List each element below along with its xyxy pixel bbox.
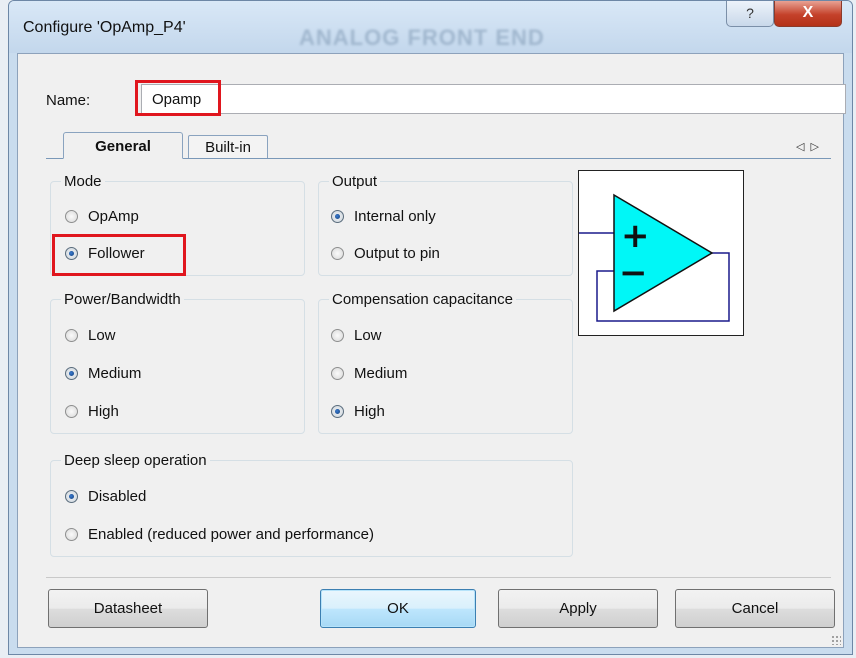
radio-unchecked-icon — [331, 367, 344, 380]
radio-unchecked-icon — [65, 329, 78, 342]
opamp-symbol-icon: + − — [579, 193, 730, 322]
power-bandwidth-group-title: Power/Bandwidth — [61, 291, 184, 308]
minus-symbol: − — [619, 253, 648, 293]
name-input[interactable] — [141, 84, 846, 114]
mode-follower-radio[interactable]: Follower — [65, 245, 145, 262]
compensation-medium-radio[interactable]: Medium — [331, 365, 407, 382]
radio-checked-icon — [65, 490, 78, 503]
compensation-group: Compensation capacitance Low Medium High — [318, 291, 573, 434]
radio-label: High — [88, 403, 119, 420]
tab-scroll-arrows[interactable]: ◁▷ — [796, 140, 825, 153]
radio-label: Enabled (reduced power and performance) — [88, 526, 375, 543]
close-button[interactable]: X — [774, 1, 842, 27]
compensation-group-title: Compensation capacitance — [329, 291, 516, 308]
deep-sleep-enabled-radio[interactable]: Enabled (reduced power and performance) — [65, 526, 374, 543]
radio-label: OpAmp — [88, 208, 139, 225]
cancel-button[interactable]: Cancel — [675, 589, 835, 628]
apply-button[interactable]: Apply — [498, 589, 658, 628]
power-medium-radio[interactable]: Medium — [65, 365, 141, 382]
radio-checked-icon — [331, 405, 344, 418]
plus-symbol: + — [621, 216, 650, 256]
tab-built-in[interactable]: Built-in — [188, 135, 268, 158]
deep-sleep-group-title: Deep sleep operation — [61, 452, 210, 469]
configure-dialog: Configure 'OpAmp_P4' ANALOG FRONT END ? … — [8, 0, 853, 655]
radio-unchecked-icon — [331, 329, 344, 342]
radio-label: Medium — [354, 365, 408, 382]
radio-label: High — [354, 403, 385, 420]
output-group: Output Internal only Output to pin — [318, 173, 573, 276]
ok-button[interactable]: OK — [320, 589, 476, 628]
mode-group: Mode OpAmp Follower — [50, 173, 305, 276]
datasheet-button[interactable]: Datasheet — [48, 589, 208, 628]
radio-label: Low — [88, 327, 116, 344]
radio-unchecked-icon — [65, 528, 78, 541]
radio-label: Disabled — [88, 488, 147, 505]
radio-unchecked-icon — [331, 247, 344, 260]
radio-label: Output to pin — [354, 245, 440, 262]
mode-group-title: Mode — [61, 173, 105, 190]
dialog-body: Name: General Built-in ◁▷ Mode OpAmp Fol… — [17, 53, 846, 648]
mode-opamp-radio[interactable]: OpAmp — [65, 208, 139, 225]
compensation-high-radio[interactable]: High — [331, 403, 385, 420]
deep-sleep-group: Deep sleep operation Disabled Enabled (r… — [50, 452, 573, 557]
title-bar[interactable]: Configure 'OpAmp_P4' ANALOG FRONT END ? … — [9, 1, 852, 53]
radio-checked-icon — [65, 367, 78, 380]
power-low-radio[interactable]: Low — [65, 327, 116, 344]
name-label: Name: — [46, 92, 91, 109]
radio-label: Internal only — [354, 208, 436, 225]
resize-grip-icon[interactable] — [831, 635, 841, 645]
window-title: Configure 'OpAmp_P4' — [23, 19, 186, 36]
radio-label: Medium — [88, 365, 142, 382]
button-separator — [46, 577, 831, 578]
output-group-title: Output — [329, 173, 381, 190]
radio-label: Follower — [88, 245, 145, 262]
opamp-follower-diagram: + − — [578, 170, 744, 336]
power-bandwidth-group: Power/Bandwidth Low Medium High — [50, 291, 305, 434]
tab-general[interactable]: General — [63, 132, 183, 159]
title-watermark: ANALOG FRONT END — [299, 25, 545, 50]
compensation-low-radio[interactable]: Low — [331, 327, 382, 344]
radio-unchecked-icon — [65, 405, 78, 418]
radio-label: Low — [354, 327, 382, 344]
deep-sleep-disabled-radio[interactable]: Disabled — [65, 488, 146, 505]
tab-scroll-right-icon[interactable]: ▷ — [810, 141, 824, 153]
output-internal-only-radio[interactable]: Internal only — [331, 208, 436, 225]
help-button[interactable]: ? — [726, 1, 774, 27]
tab-scroll-left-icon[interactable]: ◁ — [796, 141, 810, 153]
radio-checked-icon — [65, 247, 78, 260]
radio-checked-icon — [331, 210, 344, 223]
radio-unchecked-icon — [65, 210, 78, 223]
power-high-radio[interactable]: High — [65, 403, 119, 420]
output-to-pin-radio[interactable]: Output to pin — [331, 245, 440, 262]
